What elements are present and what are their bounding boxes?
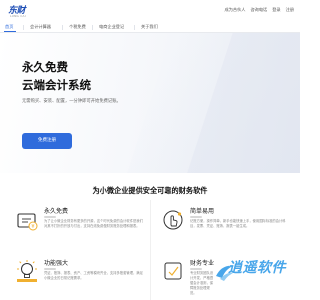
nav-separator [92, 25, 93, 30]
feature-desc-professional: 专业财务团队设计开发，严格遵循会计准则，保障账务处理规范。 [190, 271, 214, 295]
login-link[interactable]: 登录 [272, 7, 280, 13]
watermark: 逍遥软件 [214, 254, 300, 284]
lightbulb-icon [17, 260, 37, 282]
feature-title-professional: 财务专业 [190, 260, 215, 267]
feature-desc-powerful: 凭证、账簿、报表、资产、工资等模块齐全，支持多账套管理，满足小微企业的日常记账需… [44, 271, 143, 280]
nav-separator [134, 25, 135, 30]
register-link[interactable]: 注册 [286, 7, 294, 13]
watermark-text: 逍遥软件 [228, 260, 286, 276]
nav-item-tax[interactable]: 个税免费 [69, 22, 86, 32]
hero-subtitle: 无需购买、安装、配置，一分钟即可开始免费记账。 [22, 99, 121, 104]
feature-title-underline [44, 216, 56, 218]
free-register-button[interactable]: 免费注册 [22, 133, 72, 149]
hand-touch-icon [163, 210, 183, 230]
hero-title-line2: 云端会计系统 [22, 78, 91, 92]
nav-item-calculator[interactable]: 会计计算器 [30, 22, 51, 32]
feature-desc-easy: 记账方便，操作简单，新手也能快速上手，使用国际标准的会计科目，发票、凭证、账簿、… [190, 219, 286, 228]
nav-separator [62, 25, 63, 30]
professional-icon [164, 262, 182, 280]
logo-subtext: LUNG CAI [10, 14, 26, 18]
top-links: 成为合伙人 咨询电话 登录 注册 [225, 7, 295, 13]
feature-title-underline [44, 268, 56, 270]
feature-desc-free: 为了让小微企业财务有更多的开源，这个时代免费的会计软件是我们对其不打折的开放与付… [44, 219, 143, 228]
nav-separator [23, 25, 24, 30]
feature-title-underline [190, 268, 202, 270]
feature-title-underline [190, 216, 202, 218]
free-ticket-icon: ¥ [17, 213, 38, 231]
feature-title-free: 永久免费 [44, 208, 69, 215]
hotline-link[interactable]: 咨询电话 [250, 7, 267, 13]
divider [150, 200, 151, 300]
partner-link[interactable]: 成为合伙人 [225, 7, 246, 13]
hero-banner: 永久免费 云端会计系统 无需购买、安装、配置，一分钟即可开始免费记账。 免费注册 [0, 33, 300, 173]
svg-text:¥: ¥ [31, 224, 34, 230]
nav-item-ecommerce[interactable]: 电商企业登记 [99, 22, 124, 32]
top-bar: 东财 LUNG CAI 成为合伙人 咨询电话 登录 注册 [0, 0, 300, 22]
brand-logo[interactable]: 东财 LUNG CAI [8, 3, 36, 19]
feature-title-easy: 简单易用 [190, 208, 215, 215]
nav-item-about[interactable]: 关于我们 [141, 22, 158, 32]
hero-title: 永久免费 [22, 60, 68, 74]
section-title: 为小微企业提供安全可靠的财务软件 [92, 186, 208, 195]
nav-active-indicator [4, 31, 16, 32]
main-nav: 首页 会计计算器 个税免费 电商企业登记 关于我们 [0, 22, 300, 33]
feature-title-powerful: 功能强大 [44, 260, 69, 267]
